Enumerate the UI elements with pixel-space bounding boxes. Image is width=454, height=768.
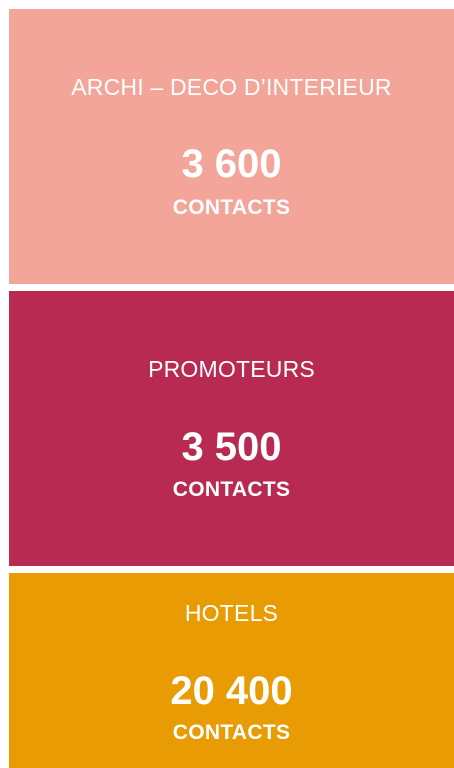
card-contact-count: 3 600 [181, 142, 282, 186]
stat-card-hotels: HOTELS 20 400 CONTACTS [9, 573, 454, 768]
card-unit-label: CONTACTS [172, 721, 291, 744]
stat-card-archi-deco: ARCHI – DECO D’INTERIEUR 3 600 CONTACTS [9, 9, 454, 284]
card-unit-label: CONTACTS [172, 196, 291, 219]
card-unit-label: CONTACTS [172, 478, 291, 501]
card-contact-count: 20 400 [170, 669, 293, 713]
card-category-label: ARCHI – DECO D’INTERIEUR [71, 74, 392, 100]
card-contact-count: 3 500 [181, 425, 282, 469]
card-category-label: HOTELS [184, 600, 279, 626]
stat-card-promoteurs: PROMOTEURS 3 500 CONTACTS [9, 291, 454, 566]
card-category-label: PROMOTEURS [148, 356, 315, 382]
